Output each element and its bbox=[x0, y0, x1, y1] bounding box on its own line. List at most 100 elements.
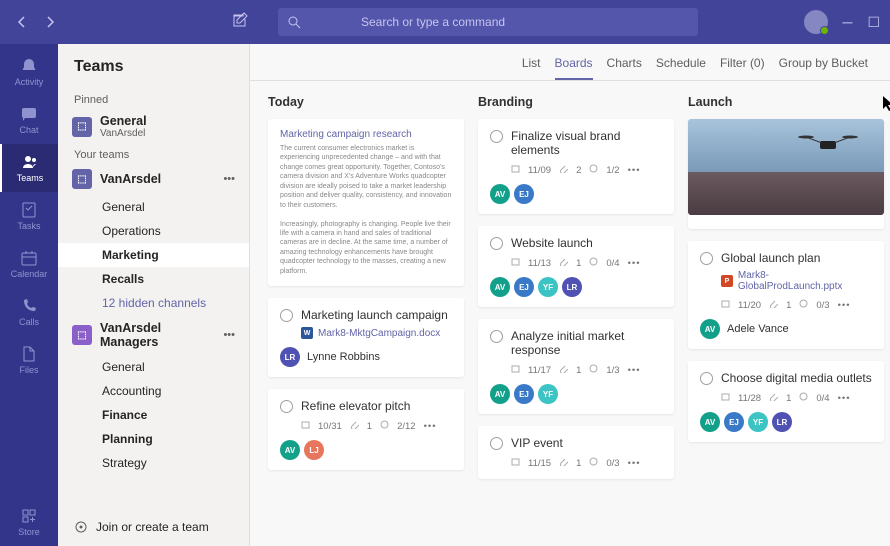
task-complete-radio[interactable] bbox=[490, 330, 503, 343]
nav-back[interactable] bbox=[10, 10, 34, 34]
rail-chat[interactable]: Chat bbox=[0, 96, 58, 144]
avatar-chip[interactable]: YF bbox=[538, 277, 558, 297]
compose-icon[interactable] bbox=[232, 12, 248, 33]
task-complete-radio[interactable] bbox=[490, 437, 503, 450]
team-VanArsdel[interactable]: ⬚VanArsdel••• bbox=[58, 163, 249, 195]
card-more[interactable]: ••• bbox=[628, 365, 641, 376]
calendar-icon bbox=[721, 392, 730, 404]
channel-general[interactable]: General bbox=[58, 195, 249, 219]
user-avatar[interactable] bbox=[804, 10, 828, 34]
avatar-chip[interactable]: AV bbox=[490, 184, 510, 204]
tab-boards[interactable]: Boards bbox=[555, 56, 593, 80]
rail-calendar[interactable]: Calendar bbox=[0, 240, 58, 288]
pinned-team[interactable]: ⬚ General VanArsdel bbox=[58, 108, 249, 145]
task-card[interactable]: Choose digital media outlets11/2810/4•••… bbox=[688, 361, 884, 442]
search-icon bbox=[288, 16, 301, 29]
rail-calls[interactable]: Calls bbox=[0, 288, 58, 336]
channel-marketing[interactable]: Marketing bbox=[58, 243, 249, 267]
tab-filter[interactable]: Filter (0) bbox=[720, 56, 765, 80]
join-create-team[interactable]: Join or create a team bbox=[58, 508, 249, 546]
avatar-chip[interactable]: AV bbox=[490, 277, 510, 297]
avatar-chip[interactable]: AV bbox=[280, 440, 300, 460]
cursor-icon bbox=[882, 95, 890, 113]
task-complete-radio[interactable] bbox=[490, 130, 503, 143]
minimize-button[interactable]: ─ bbox=[843, 14, 853, 30]
tab-charts[interactable]: Charts bbox=[607, 56, 642, 80]
checklist-icon bbox=[589, 364, 598, 376]
rail-files[interactable]: Files bbox=[0, 336, 58, 384]
card-more[interactable]: ••• bbox=[628, 165, 641, 176]
task-card[interactable]: Finalize visual brand elements11/0921/2•… bbox=[478, 119, 674, 214]
task-card[interactable]: Global launch planPMark8-GlobalProdLaunc… bbox=[688, 241, 884, 349]
avatar-chip[interactable]: EJ bbox=[724, 412, 744, 432]
card-attachment[interactable]: WMark8-MktgCampaign.docx bbox=[301, 327, 452, 339]
channel-general[interactable]: General bbox=[58, 355, 249, 379]
channel-planning[interactable]: Planning bbox=[58, 427, 249, 451]
card-assignee[interactable]: LRLynne Robbins bbox=[280, 347, 452, 367]
avatar-chip[interactable]: AV bbox=[490, 384, 510, 404]
rail-store[interactable]: Store bbox=[0, 498, 58, 546]
card-people: AVEJYFLR bbox=[700, 412, 872, 432]
task-card[interactable]: Marketing campaign researchThe current c… bbox=[268, 119, 464, 286]
team-VanArsdel Managers[interactable]: ⬚VanArsdel Managers••• bbox=[58, 315, 249, 355]
paperclip-icon bbox=[769, 392, 778, 404]
card-meta: 11/1711/3••• bbox=[511, 364, 662, 376]
avatar-chip[interactable]: EJ bbox=[514, 277, 534, 297]
task-complete-radio[interactable] bbox=[700, 372, 713, 385]
rail-teams[interactable]: Teams bbox=[0, 144, 58, 192]
task-complete-radio[interactable] bbox=[700, 252, 713, 265]
avatar-chip[interactable]: LJ bbox=[304, 440, 324, 460]
search-input[interactable]: Search or type a command bbox=[278, 8, 698, 36]
calendar-icon bbox=[301, 420, 310, 432]
task-card[interactable] bbox=[688, 119, 884, 229]
card-more[interactable]: ••• bbox=[628, 458, 641, 469]
avatar-chip[interactable]: LR bbox=[772, 412, 792, 432]
checklist-icon bbox=[799, 299, 808, 311]
channel-strategy[interactable]: Strategy bbox=[58, 451, 249, 475]
card-people: AVEJYFLR bbox=[490, 277, 662, 297]
card-more[interactable]: ••• bbox=[628, 258, 641, 269]
your-teams-label: Your teams bbox=[58, 145, 249, 163]
team-more-icon[interactable]: ••• bbox=[223, 173, 235, 185]
task-complete-radio[interactable] bbox=[490, 237, 503, 250]
card-more[interactable]: ••• bbox=[838, 300, 851, 311]
card-more[interactable]: ••• bbox=[424, 421, 437, 432]
task-card[interactable]: VIP event11/1510/3••• bbox=[478, 426, 674, 479]
rail-tasks[interactable]: Tasks bbox=[0, 192, 58, 240]
card-image bbox=[688, 119, 884, 215]
team-icon: ⬚ bbox=[72, 117, 92, 137]
paperclip-icon bbox=[559, 457, 568, 469]
task-card[interactable]: Analyze initial market response11/1711/3… bbox=[478, 319, 674, 414]
column-title: Today bbox=[268, 95, 464, 109]
maximize-button[interactable]: ☐ bbox=[867, 14, 880, 31]
task-complete-radio[interactable] bbox=[280, 309, 293, 322]
tab-list[interactable]: List bbox=[522, 56, 541, 80]
task-card[interactable]: Marketing launch campaign WMark8-MktgCamp… bbox=[268, 298, 464, 377]
team-more-icon[interactable]: ••• bbox=[223, 329, 235, 341]
view-tabs: List Boards Charts Schedule Filter (0) Group … bbox=[250, 44, 890, 81]
avatar-chip[interactable]: AV bbox=[700, 412, 720, 432]
avatar-chip[interactable]: YF bbox=[538, 384, 558, 404]
channel-recalls[interactable]: Recalls bbox=[58, 267, 249, 291]
channel-operations[interactable]: Operations bbox=[58, 219, 249, 243]
tab-group[interactable]: Group by Bucket bbox=[779, 56, 868, 80]
avatar-chip[interactable]: LR bbox=[562, 277, 582, 297]
tab-schedule[interactable]: Schedule bbox=[656, 56, 706, 80]
channel-accounting[interactable]: Accounting bbox=[58, 379, 249, 403]
task-card[interactable]: Refine elevator pitch10/3112/12•••AVLJ bbox=[268, 389, 464, 470]
card-attachment[interactable]: PMark8-GlobalProdLaunch.pptx bbox=[721, 270, 872, 292]
task-complete-radio[interactable] bbox=[280, 400, 293, 413]
avatar-chip[interactable]: EJ bbox=[514, 184, 534, 204]
rail-activity[interactable]: Activity bbox=[0, 48, 58, 96]
avatar-chip[interactable]: EJ bbox=[514, 384, 534, 404]
channel-finance[interactable]: Finance bbox=[58, 403, 249, 427]
column-today: Today Marketing campaign researchThe curr… bbox=[268, 95, 464, 532]
card-assignee[interactable]: AVAdele Vance bbox=[700, 319, 872, 339]
task-card[interactable]: Website launch11/1310/4•••AVEJYFLR bbox=[478, 226, 674, 307]
avatar-chip[interactable]: YF bbox=[748, 412, 768, 432]
nav-forward[interactable] bbox=[38, 10, 62, 34]
card-more[interactable]: ••• bbox=[838, 393, 851, 404]
channel-12-hidden-channels[interactable]: 12 hidden channels bbox=[58, 291, 249, 315]
calendar-icon bbox=[511, 164, 520, 176]
card-title: Marketing launch campaign bbox=[301, 308, 452, 322]
